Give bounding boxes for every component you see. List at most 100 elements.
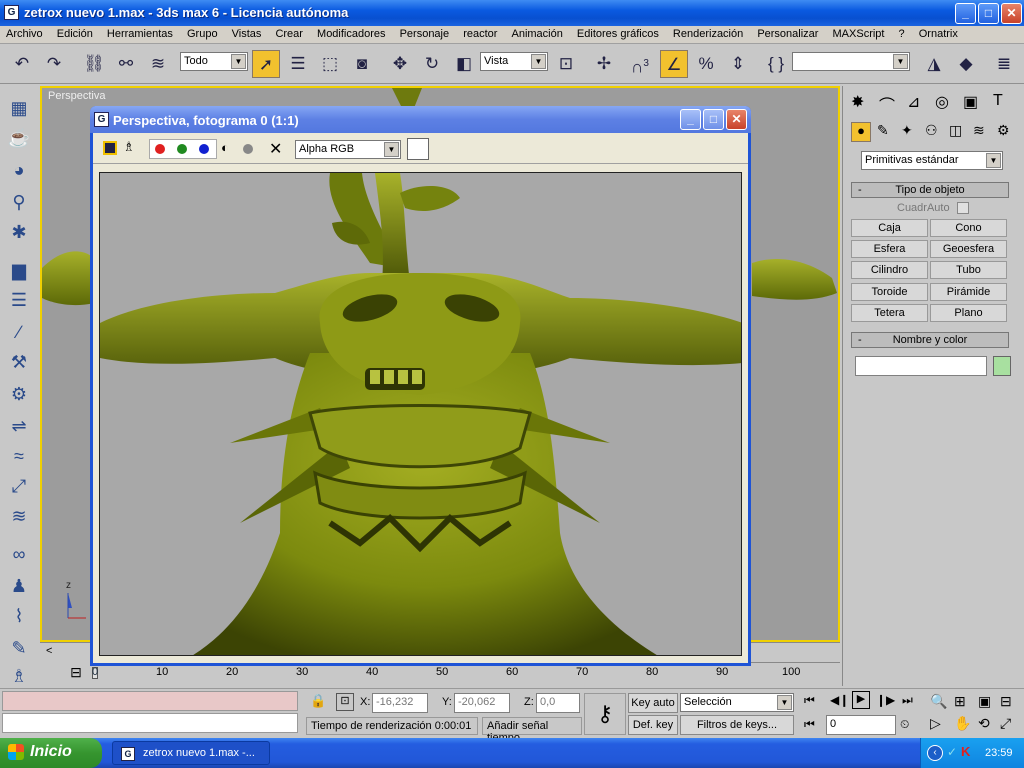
close-button[interactable]: ✕ [1001,3,1022,24]
antivirus-icon[interactable]: K [961,744,970,759]
menu-help[interactable]: ? [893,26,910,40]
set-key-icon[interactable]: ⚷ [584,693,626,735]
pivot-center-icon[interactable]: ⊡ [552,50,580,78]
scale-icon[interactable]: ◧ [450,50,478,78]
space-warps-icon[interactable]: ≋ [973,122,985,139]
object-type-rollout[interactable]: - Tipo de objeto [851,182,1009,198]
gear-icon[interactable]: ⚙ [7,382,31,406]
menu-herramientas[interactable]: Herramientas [101,26,178,40]
add-time-tag-button[interactable]: Añadir señal tiempo [482,717,582,744]
previous-frame-icon[interactable]: ◀❙ [830,693,849,707]
camera-icon[interactable]: ✎ [7,636,31,660]
menu-grupo[interactable]: Grupo [181,26,223,40]
name-color-rollout[interactable]: - Nombre y color [851,332,1009,348]
menu-reactor[interactable]: reactor [457,26,502,40]
alpha-channel-icon[interactable]: ◐ [221,140,229,155]
cono-button[interactable]: Cono [930,219,1007,237]
zoom-extents-all-icon[interactable]: ⊟ [1000,693,1012,710]
object-color-swatch[interactable] [993,356,1011,376]
fish-icon[interactable]: ≈ [7,444,31,468]
render-window-title-bar[interactable]: G Perspectiva, fotograma 0 (1:1) _ □ ✕ [90,106,751,133]
zoom-icon[interactable]: 🔍 [930,693,947,710]
tubo-button[interactable]: Tubo [930,261,1007,279]
lights-icon[interactable]: ✦ [901,122,913,139]
teapot-icon[interactable]: ☕ [7,126,31,150]
autogrid-checkbox[interactable] [957,202,969,214]
snap-toggle-icon[interactable]: ∩3 [626,50,654,78]
absolute-mode-icon[interactable]: ⊡ [336,693,354,711]
create-tab-icon[interactable]: ✸ [851,92,864,112]
menu-renderizacion[interactable]: Renderización [667,26,748,40]
caja-button[interactable]: Caja [851,219,928,237]
select-by-name-icon[interactable]: ☰ [284,50,312,78]
geometry-icon[interactable]: ● [851,122,871,142]
geoesfera-button[interactable]: Geoesfera [930,240,1007,258]
current-frame-input[interactable]: 0 [826,715,896,735]
systems-icon[interactable]: ⚙ [997,122,1010,139]
arc-rotate-icon[interactable]: ⟲ [978,715,990,732]
go-to-start-icon[interactable]: ⏮ [804,693,815,708]
object-icon[interactable]: ▦ [7,96,31,120]
menu-edicion[interactable]: Edición [51,26,98,40]
menu-animacion[interactable]: Animación [506,26,568,40]
menu-crear[interactable]: Crear [269,26,308,40]
modify-tab-icon[interactable]: ⌒ [879,92,895,116]
key-selection-dropdown[interactable]: Selección ▼ [680,693,794,712]
redo-icon[interactable]: ↷ [40,50,68,78]
named-selection-icon[interactable]: { } [762,50,790,78]
bone-icon[interactable]: ∕ [7,320,31,344]
window-crossing-icon[interactable]: ◙ [348,50,376,78]
color-swatch[interactable] [407,138,429,160]
menu-ornatrix[interactable]: Ornatrix [913,26,963,40]
menu-personalizar[interactable]: Personalizar [751,26,823,40]
hierarchy-tab-icon[interactable]: ⊿ [907,92,920,112]
render-close-button[interactable]: ✕ [726,109,747,130]
named-selection-sets-dropdown[interactable]: ▼ [792,52,910,71]
shapes-icon[interactable]: ✎ [877,122,889,139]
menu-editores-graficos[interactable]: Editores gráficos [571,26,664,40]
zoom-all-icon[interactable]: ⊞ [954,693,966,710]
wrench-icon[interactable]: ⚒ [7,350,31,374]
green-channel-icon[interactable] [177,144,187,154]
category-dropdown[interactable]: Primitivas estándar ▼ [861,151,1003,170]
piramide-button[interactable]: Pirámide [930,283,1007,301]
set-key-button[interactable]: Def. key [628,715,678,735]
tetera-button[interactable]: Tetera [851,304,928,322]
layer-manager-icon[interactable]: ≣ [990,50,1018,78]
utilities-tab-icon[interactable]: T [993,92,1003,110]
menu-maxscript[interactable]: MAXScript [827,26,890,40]
maximize-viewport-icon[interactable]: ⤢ [1000,715,1011,732]
render-frame-window[interactable]: G Perspectiva, fotograma 0 (1:1) _ □ ✕ ♗… [90,106,751,666]
select-object-icon[interactable]: ➚ [252,50,280,78]
footstep-icon[interactable]: ♗ [7,664,31,688]
rectangular-selection-icon[interactable]: ⬚ [316,50,344,78]
zoom-extents-icon[interactable]: ▣ [978,693,991,710]
motion-tab-icon[interactable]: ◎ [935,92,949,112]
auto-key-button[interactable]: Key auto [628,693,678,713]
undo-icon[interactable]: ↶ [8,50,36,78]
helpers-icon[interactable]: ◫ [949,122,962,139]
bend-icon[interactable]: ⌇ [7,604,31,628]
bind-space-warp-icon[interactable]: ≋ [144,50,172,78]
menu-archivo[interactable]: Archivo [0,26,48,40]
maxscript-listener-pink[interactable] [2,691,298,711]
app-title-bar[interactable]: G zetrox nuevo 1.max - 3ds max 6 - Licen… [0,0,1024,26]
reference-coordinate-dropdown[interactable]: Vista ▼ [480,52,548,71]
taskbar-item-3dsmax[interactable]: G zetrox nuevo 1.max -... [112,741,270,765]
mirror-icon[interactable]: ◮ [920,50,948,78]
z-coordinate-input[interactable]: 0,0 [536,693,580,713]
particle-icon[interactable]: ✱ [7,220,31,244]
network-icon[interactable]: ✓ [947,745,957,759]
spring-icon[interactable]: ☰ [7,288,31,312]
clone-icon[interactable]: ♗ [123,139,135,155]
x-coordinate-input[interactable]: -16,232 [372,693,428,713]
percent-snap-icon[interactable]: % [692,50,720,78]
move-icon[interactable]: ✥ [386,50,414,78]
select-and-link-icon[interactable]: ⛓ [80,50,108,78]
menu-vistas[interactable]: Vistas [226,26,267,40]
next-frame-icon[interactable]: ❙▶ [876,693,895,707]
esfera-button[interactable]: Esfera [851,240,928,258]
slider-left-arrow-icon[interactable]: < [46,645,52,657]
maximize-button[interactable]: □ [978,3,999,24]
toroide-button[interactable]: Toroide [851,283,928,301]
